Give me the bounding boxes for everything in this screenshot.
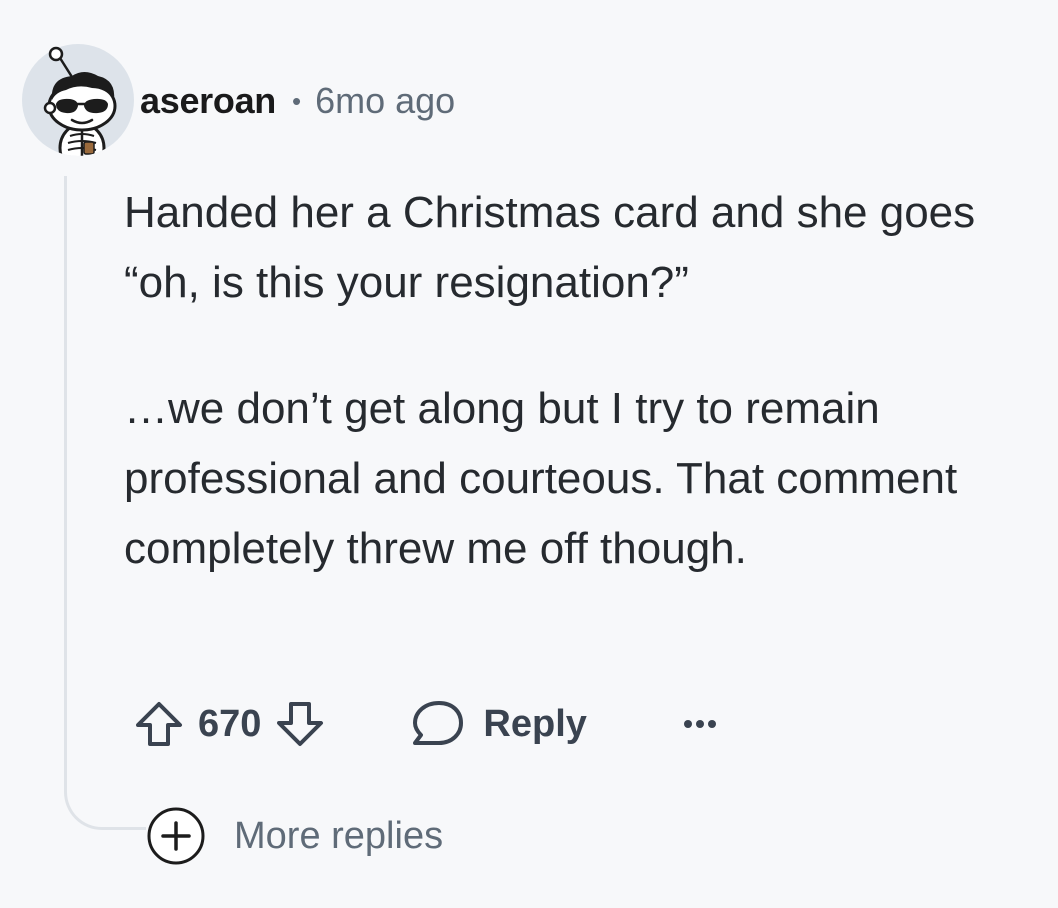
- username[interactable]: aseroan: [140, 80, 276, 122]
- comment-header: aseroan • 6mo ago: [140, 76, 455, 126]
- comment: aseroan • 6mo ago Handed her a Christmas…: [0, 0, 1058, 908]
- downvote-arrow-icon: [277, 702, 324, 746]
- reply-label: Reply: [483, 702, 587, 745]
- plus-circle-icon: [147, 807, 205, 865]
- comment-action-bar: 670 Reply: [124, 692, 717, 756]
- timestamp[interactable]: 6mo ago: [315, 80, 455, 122]
- meta-separator: •: [291, 85, 302, 116]
- upvote-arrow-icon: [136, 702, 182, 746]
- more-options-button[interactable]: [683, 692, 717, 756]
- speech-bubble-icon: [413, 701, 464, 745]
- vote-score: 670: [198, 702, 262, 745]
- reply-button[interactable]: Reply: [409, 692, 587, 756]
- downvote-button[interactable]: [265, 692, 335, 756]
- comment-paragraph: Handed her a Christmas card and she goes…: [124, 188, 976, 307]
- more-replies-button[interactable]: More replies: [146, 806, 443, 866]
- comment-paragraph: …we don’t get along but I try to remain …: [124, 384, 958, 573]
- snoo-avatar-sunglasses-icon: [22, 44, 134, 156]
- ellipsis-icon: [683, 720, 716, 728]
- comment-body: Handed her a Christmas card and she goes…: [124, 178, 1034, 584]
- upvote-button[interactable]: [124, 692, 194, 756]
- avatar[interactable]: [22, 44, 134, 156]
- more-replies-label: More replies: [234, 814, 444, 857]
